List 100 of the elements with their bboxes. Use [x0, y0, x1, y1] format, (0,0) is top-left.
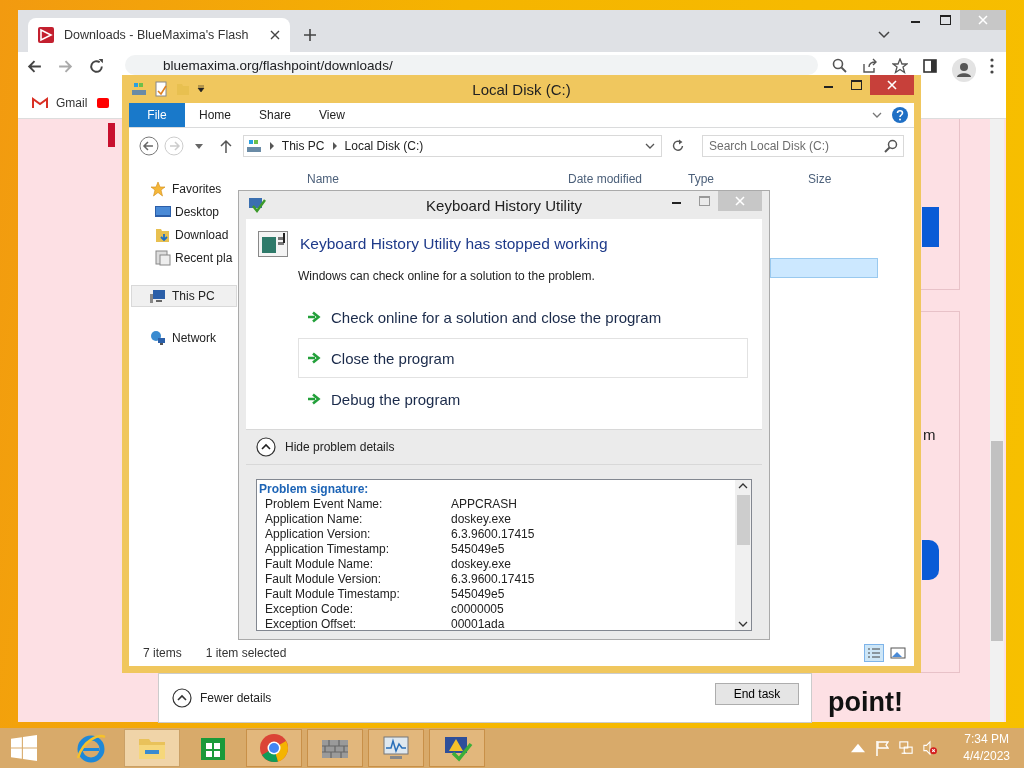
detail-value: 00001ada: [451, 617, 505, 630]
file-explorer-button[interactable]: [124, 729, 180, 767]
video-logo-icon[interactable]: [97, 98, 110, 108]
hide-details-toggle[interactable]: Hide problem details: [246, 430, 762, 465]
star-icon[interactable]: [892, 58, 908, 74]
fewer-details-toggle[interactable]: Fewer details: [172, 688, 272, 708]
address-bar[interactable]: This PC Local Disk (C:): [242, 135, 662, 157]
nav-item[interactable]: Favorites: [129, 178, 237, 200]
command-link[interactable]: Debug the program: [298, 379, 748, 419]
star-icon: [150, 181, 166, 197]
network-icon: [150, 330, 166, 346]
error-message: Windows can check online for a solution to the problem.: [298, 269, 596, 283]
detail-value: 545049e5: [451, 587, 505, 602]
detail-label: Fault Module Timestamp:: [264, 587, 401, 602]
search-field[interactable]: Search Local Disk (C:): [702, 135, 904, 157]
caret-icon: [332, 142, 337, 150]
properties-icon[interactable]: [153, 81, 169, 97]
detail-value: APPCRASH: [451, 497, 518, 512]
nav-item[interactable]: Recent pla: [129, 246, 237, 269]
close-icon: [887, 80, 897, 90]
security-app-button[interactable]: [429, 729, 485, 767]
details-heading: Problem signature:: [259, 482, 370, 497]
column-header[interactable]: Type: [688, 172, 808, 186]
detail-label: Fault Module Version:: [264, 572, 383, 587]
ribbon-tab[interactable]: View: [305, 103, 359, 127]
drive-icon: [245, 138, 262, 154]
mail-icon: [32, 97, 48, 109]
column-header[interactable]: Size: [808, 172, 868, 186]
up-icon[interactable]: [219, 139, 232, 153]
detail-label: Application Timestamp:: [264, 542, 391, 557]
detail-label: Exception Offset:: [264, 617, 358, 630]
nav-item[interactable]: Network: [129, 327, 237, 349]
detail-value: 6.3.9600.17415: [451, 572, 535, 587]
reload-icon[interactable]: [88, 58, 105, 75]
error-heading: Keyboard History Utility has stopped working: [300, 235, 608, 253]
monitor-app-button[interactable]: [368, 729, 424, 767]
detail-value: 545049e5: [451, 542, 505, 557]
nav-item[interactable]: This PC: [131, 285, 237, 307]
ribbon-tab[interactable]: Home: [185, 103, 245, 127]
chevron-down-icon: [645, 143, 655, 149]
command-link[interactable]: Close the program: [298, 338, 748, 378]
dropdown-icon[interactable]: [197, 85, 205, 93]
nav-item[interactable]: Download: [129, 223, 237, 246]
computer-icon: [150, 288, 166, 304]
refresh-icon[interactable]: [671, 139, 685, 153]
scroll-down-icon[interactable]: [738, 621, 748, 627]
search-icon[interactable]: [832, 58, 848, 74]
tab-title: Downloads - BlueMaxima's Flash: [64, 28, 250, 42]
page-text: m: [923, 426, 936, 443]
download-folder-icon: [155, 226, 171, 243]
ribbon-tab[interactable]: Share: [245, 103, 306, 127]
detail-value: doskey.exe: [451, 512, 511, 527]
nav-item[interactable]: Desktop: [129, 200, 237, 223]
page-heading: point!: [828, 687, 903, 718]
address-bar[interactable]: bluemaxima.org/flashpoint/downloads/: [125, 55, 818, 75]
detail-label: Problem Event Name:: [264, 497, 384, 512]
status-text: 7 items: [143, 646, 182, 660]
detail-value: 6.3.9600.17415: [451, 527, 535, 542]
bookmark-link[interactable]: Gmail: [32, 96, 88, 110]
expand-ribbon-icon[interactable]: [872, 112, 882, 118]
browser-e-icon: [75, 732, 107, 764]
side-panel-icon[interactable]: [922, 58, 938, 74]
muted-speaker-icon[interactable]: [923, 740, 938, 756]
recent-locations-icon[interactable]: [194, 143, 203, 149]
arrow-icon: [307, 393, 321, 405]
program-window-icon: [258, 231, 288, 257]
menu-icon[interactable]: [990, 58, 994, 74]
close-icon: [735, 196, 745, 206]
column-header[interactable]: Name: [307, 172, 568, 186]
close-icon[interactable]: [270, 30, 280, 40]
scroll-up-icon[interactable]: [738, 483, 748, 489]
recent-places-icon: [155, 249, 171, 266]
browser-tab[interactable]: Downloads - BlueMaxima's Flash: [28, 18, 290, 52]
new-tab-icon[interactable]: [304, 29, 316, 41]
chrome-icon: [258, 732, 290, 764]
share-icon[interactable]: [862, 58, 878, 74]
command-link[interactable]: Check online for a solution and close the program: [298, 297, 748, 337]
arrow-icon: [307, 311, 321, 323]
column-header[interactable]: Date modified: [568, 172, 688, 186]
download-button[interactable]: [922, 540, 939, 580]
close-icon: [978, 15, 988, 25]
detail-label: Exception Code:: [264, 602, 355, 617]
detail-value: doskey.exe: [451, 557, 511, 572]
dialog-title: Keyboard History Utility: [426, 196, 582, 214]
detail-label: Fault Module Name:: [264, 557, 375, 572]
detail-label: Application Version:: [264, 527, 372, 542]
scrollbar[interactable]: [990, 119, 1004, 722]
chevron-up-icon: [172, 688, 192, 708]
back-icon[interactable]: [139, 136, 159, 156]
help-icon[interactable]: [892, 107, 908, 123]
end-task-button[interactable]: End task: [715, 683, 799, 705]
profile-icon[interactable]: [952, 58, 976, 82]
chrome-app-button[interactable]: [246, 729, 302, 767]
detail-label: Application Name:: [264, 512, 364, 527]
back-icon[interactable]: [26, 58, 43, 75]
scrollbar[interactable]: [735, 480, 751, 630]
thumbnail-view-icon[interactable]: [888, 644, 908, 662]
file-tab[interactable]: File: [129, 103, 185, 127]
search-icon[interactable]: [884, 139, 898, 153]
chevron-down-icon[interactable]: [878, 31, 890, 39]
